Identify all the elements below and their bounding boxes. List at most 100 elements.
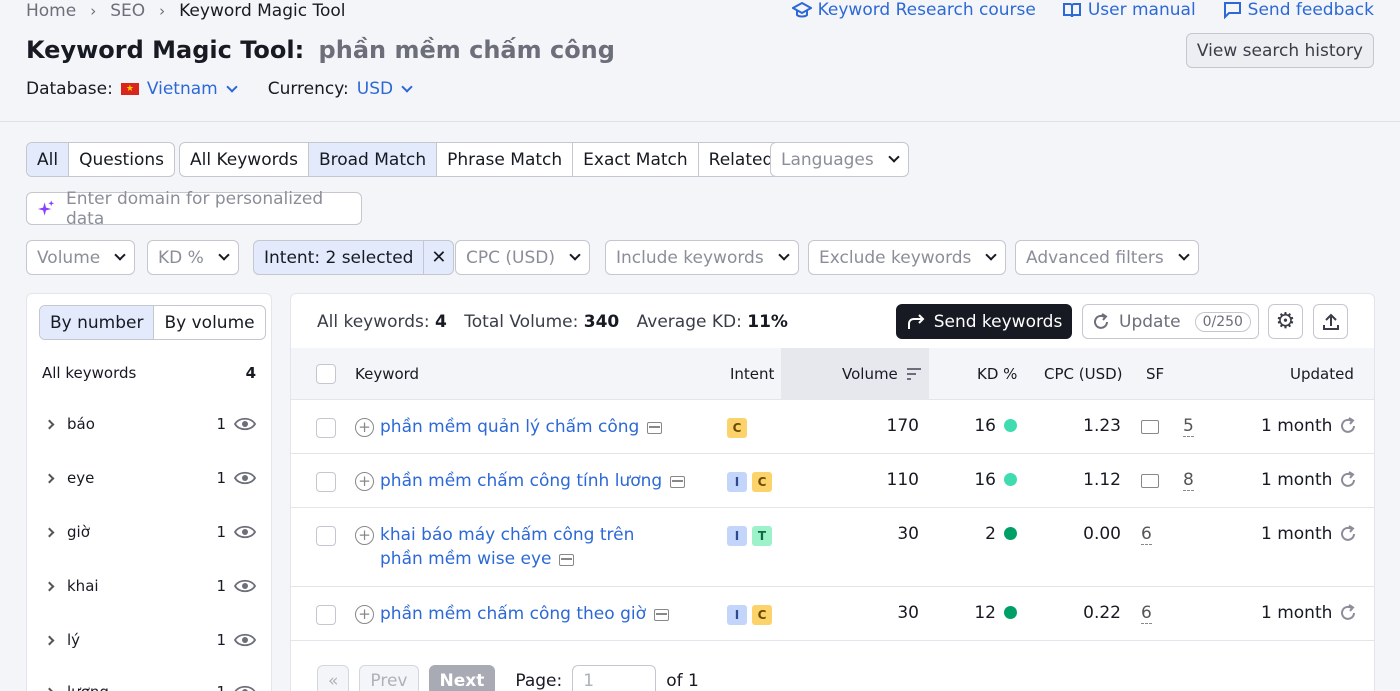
- eye-icon[interactable]: [234, 685, 256, 691]
- group-item[interactable]: lý 1: [42, 625, 256, 655]
- advanced-filters[interactable]: Advanced filters: [1015, 240, 1199, 275]
- group-item[interactable]: báo 1: [42, 409, 256, 439]
- kd-dot: [1004, 526, 1017, 540]
- tab-all[interactable]: All: [27, 143, 69, 176]
- row-checkbox[interactable]: [316, 472, 336, 492]
- include-keywords-filter[interactable]: Include keywords: [605, 240, 799, 275]
- col-volume-label: Volume: [842, 365, 898, 383]
- refresh-icon[interactable]: [1338, 603, 1358, 623]
- cpc-filter[interactable]: CPC (USD): [455, 240, 590, 275]
- row-checkbox[interactable]: [316, 418, 336, 438]
- add-keyword-icon[interactable]: +: [355, 526, 374, 545]
- database-select[interactable]: Vietnam: [146, 79, 238, 99]
- update-button[interactable]: Update 0/250: [1082, 304, 1259, 339]
- book-icon: [1062, 3, 1081, 18]
- user-manual-link[interactable]: User manual: [1062, 0, 1196, 20]
- all-keywords-group[interactable]: All keywords 4: [42, 364, 256, 382]
- refresh-icon[interactable]: [1338, 416, 1358, 436]
- tab-exact-match[interactable]: Exact Match: [572, 143, 698, 176]
- keyword-link[interactable]: phần mềm chấm công tính lương: [380, 469, 686, 493]
- updated-text: 1 month: [1261, 524, 1333, 544]
- serp-icon[interactable]: [559, 554, 575, 566]
- languages-dropdown[interactable]: Languages: [770, 142, 909, 177]
- chevron-down-icon: [226, 81, 238, 93]
- chevron-down-icon: [1178, 248, 1190, 261]
- add-keyword-icon[interactable]: +: [355, 605, 374, 624]
- refresh-icon[interactable]: [1338, 524, 1358, 544]
- exclude-keywords-filter[interactable]: Exclude keywords: [808, 240, 1007, 275]
- settings-button[interactable]: ⚙: [1268, 304, 1303, 339]
- keyword-link[interactable]: phần mềm quản lý chấm công: [380, 415, 663, 439]
- sf-count[interactable]: 8: [1183, 470, 1194, 491]
- col-sf[interactable]: SF: [1146, 365, 1164, 383]
- tab-broad-match[interactable]: Broad Match: [307, 143, 437, 176]
- volume-filter[interactable]: Volume: [26, 240, 136, 275]
- keyword-link[interactable]: khai báo máy chấm công trên phần mềm wis…: [380, 523, 680, 571]
- breadcrumb-seo[interactable]: SEO: [110, 1, 145, 21]
- course-link[interactable]: Keyword Research course: [791, 0, 1036, 20]
- table-row: + phần mềm chấm công tính lương IC 110 16…: [291, 455, 1374, 508]
- tab-by-number[interactable]: By number: [40, 306, 154, 339]
- currency-select[interactable]: USD: [357, 79, 413, 99]
- keyword-link[interactable]: phần mềm chấm công theo giờ: [380, 602, 669, 626]
- updated-cell: 1 month: [1261, 470, 1358, 490]
- tab-all-keywords[interactable]: All Keywords: [180, 143, 308, 176]
- send-feedback-link[interactable]: Send feedback: [1222, 0, 1374, 20]
- eye-icon[interactable]: [234, 525, 256, 539]
- next-page-button[interactable]: Next: [428, 665, 496, 691]
- serp-icon[interactable]: [647, 422, 663, 434]
- col-intent[interactable]: Intent: [730, 365, 774, 383]
- page-input[interactable]: 1: [572, 665, 657, 691]
- tool-name: Keyword Magic Tool:: [26, 36, 305, 64]
- row-checkbox[interactable]: [316, 605, 336, 625]
- first-page-button[interactable]: «: [317, 665, 350, 691]
- cpc-filter-label: CPC (USD): [466, 247, 555, 268]
- group-sort-tabs: By number By volume: [39, 305, 266, 340]
- select-all-checkbox[interactable]: [316, 364, 336, 384]
- prev-page-button[interactable]: Prev: [359, 665, 419, 691]
- row-checkbox[interactable]: [316, 526, 336, 546]
- eye-icon[interactable]: [234, 633, 256, 647]
- eye-icon[interactable]: [234, 471, 256, 485]
- tab-phrase-match[interactable]: Phrase Match: [436, 143, 572, 176]
- col-keyword[interactable]: Keyword: [355, 365, 419, 383]
- eye-icon[interactable]: [234, 417, 256, 431]
- export-button[interactable]: [1313, 304, 1348, 339]
- cpc-cell: 1.12: [1083, 470, 1121, 490]
- kd-value: 16: [974, 416, 996, 436]
- tab-by-volume[interactable]: By volume: [153, 306, 264, 339]
- send-keywords-button[interactable]: Send keywords: [896, 304, 1072, 339]
- domain-input[interactable]: Enter domain for personalized data: [26, 189, 362, 229]
- serp-icon[interactable]: [670, 476, 686, 488]
- kd-filter[interactable]: KD %: [147, 240, 239, 275]
- view-search-history-button[interactable]: View search history: [1185, 33, 1374, 68]
- group-item[interactable]: lương1: [42, 677, 256, 691]
- refresh-icon[interactable]: [1338, 470, 1358, 490]
- sf-count[interactable]: 5: [1183, 416, 1194, 437]
- group-item[interactable]: giờ 1: [42, 517, 256, 547]
- intent-filter[interactable]: Intent: 2 selected ✕: [253, 240, 455, 275]
- currency-label: Currency:: [267, 79, 349, 99]
- group-item[interactable]: khai 1: [42, 571, 256, 601]
- add-keyword-icon[interactable]: +: [355, 418, 374, 437]
- graduation-cap-icon: [791, 1, 812, 18]
- col-volume[interactable]: Volume: [842, 365, 922, 383]
- col-updated[interactable]: Updated: [1290, 365, 1354, 383]
- add-keyword-icon[interactable]: +: [355, 472, 374, 491]
- total-volume-value: 340: [583, 312, 620, 332]
- page-header: Home › SEO › Keyword Magic Tool Keyword …: [0, 0, 1400, 122]
- sf-count[interactable]: 6: [1141, 524, 1152, 545]
- breadcrumb-home[interactable]: Home: [26, 1, 76, 21]
- col-kd[interactable]: KD %: [977, 365, 1017, 383]
- group-name: giờ: [67, 523, 90, 541]
- clear-intent-icon[interactable]: ✕: [423, 241, 453, 274]
- serp-icon[interactable]: [653, 609, 669, 621]
- tab-questions[interactable]: Questions: [68, 143, 174, 176]
- eye-icon[interactable]: [234, 579, 256, 593]
- group-item[interactable]: eye 1: [42, 463, 256, 493]
- intent-badge-commercial: C: [752, 605, 772, 625]
- sf-count[interactable]: 6: [1141, 603, 1152, 624]
- keyword-cell: + phần mềm chấm công theo giờ: [355, 602, 669, 626]
- database-value: Vietnam: [146, 79, 218, 99]
- col-cpc[interactable]: CPC (USD): [1044, 365, 1123, 383]
